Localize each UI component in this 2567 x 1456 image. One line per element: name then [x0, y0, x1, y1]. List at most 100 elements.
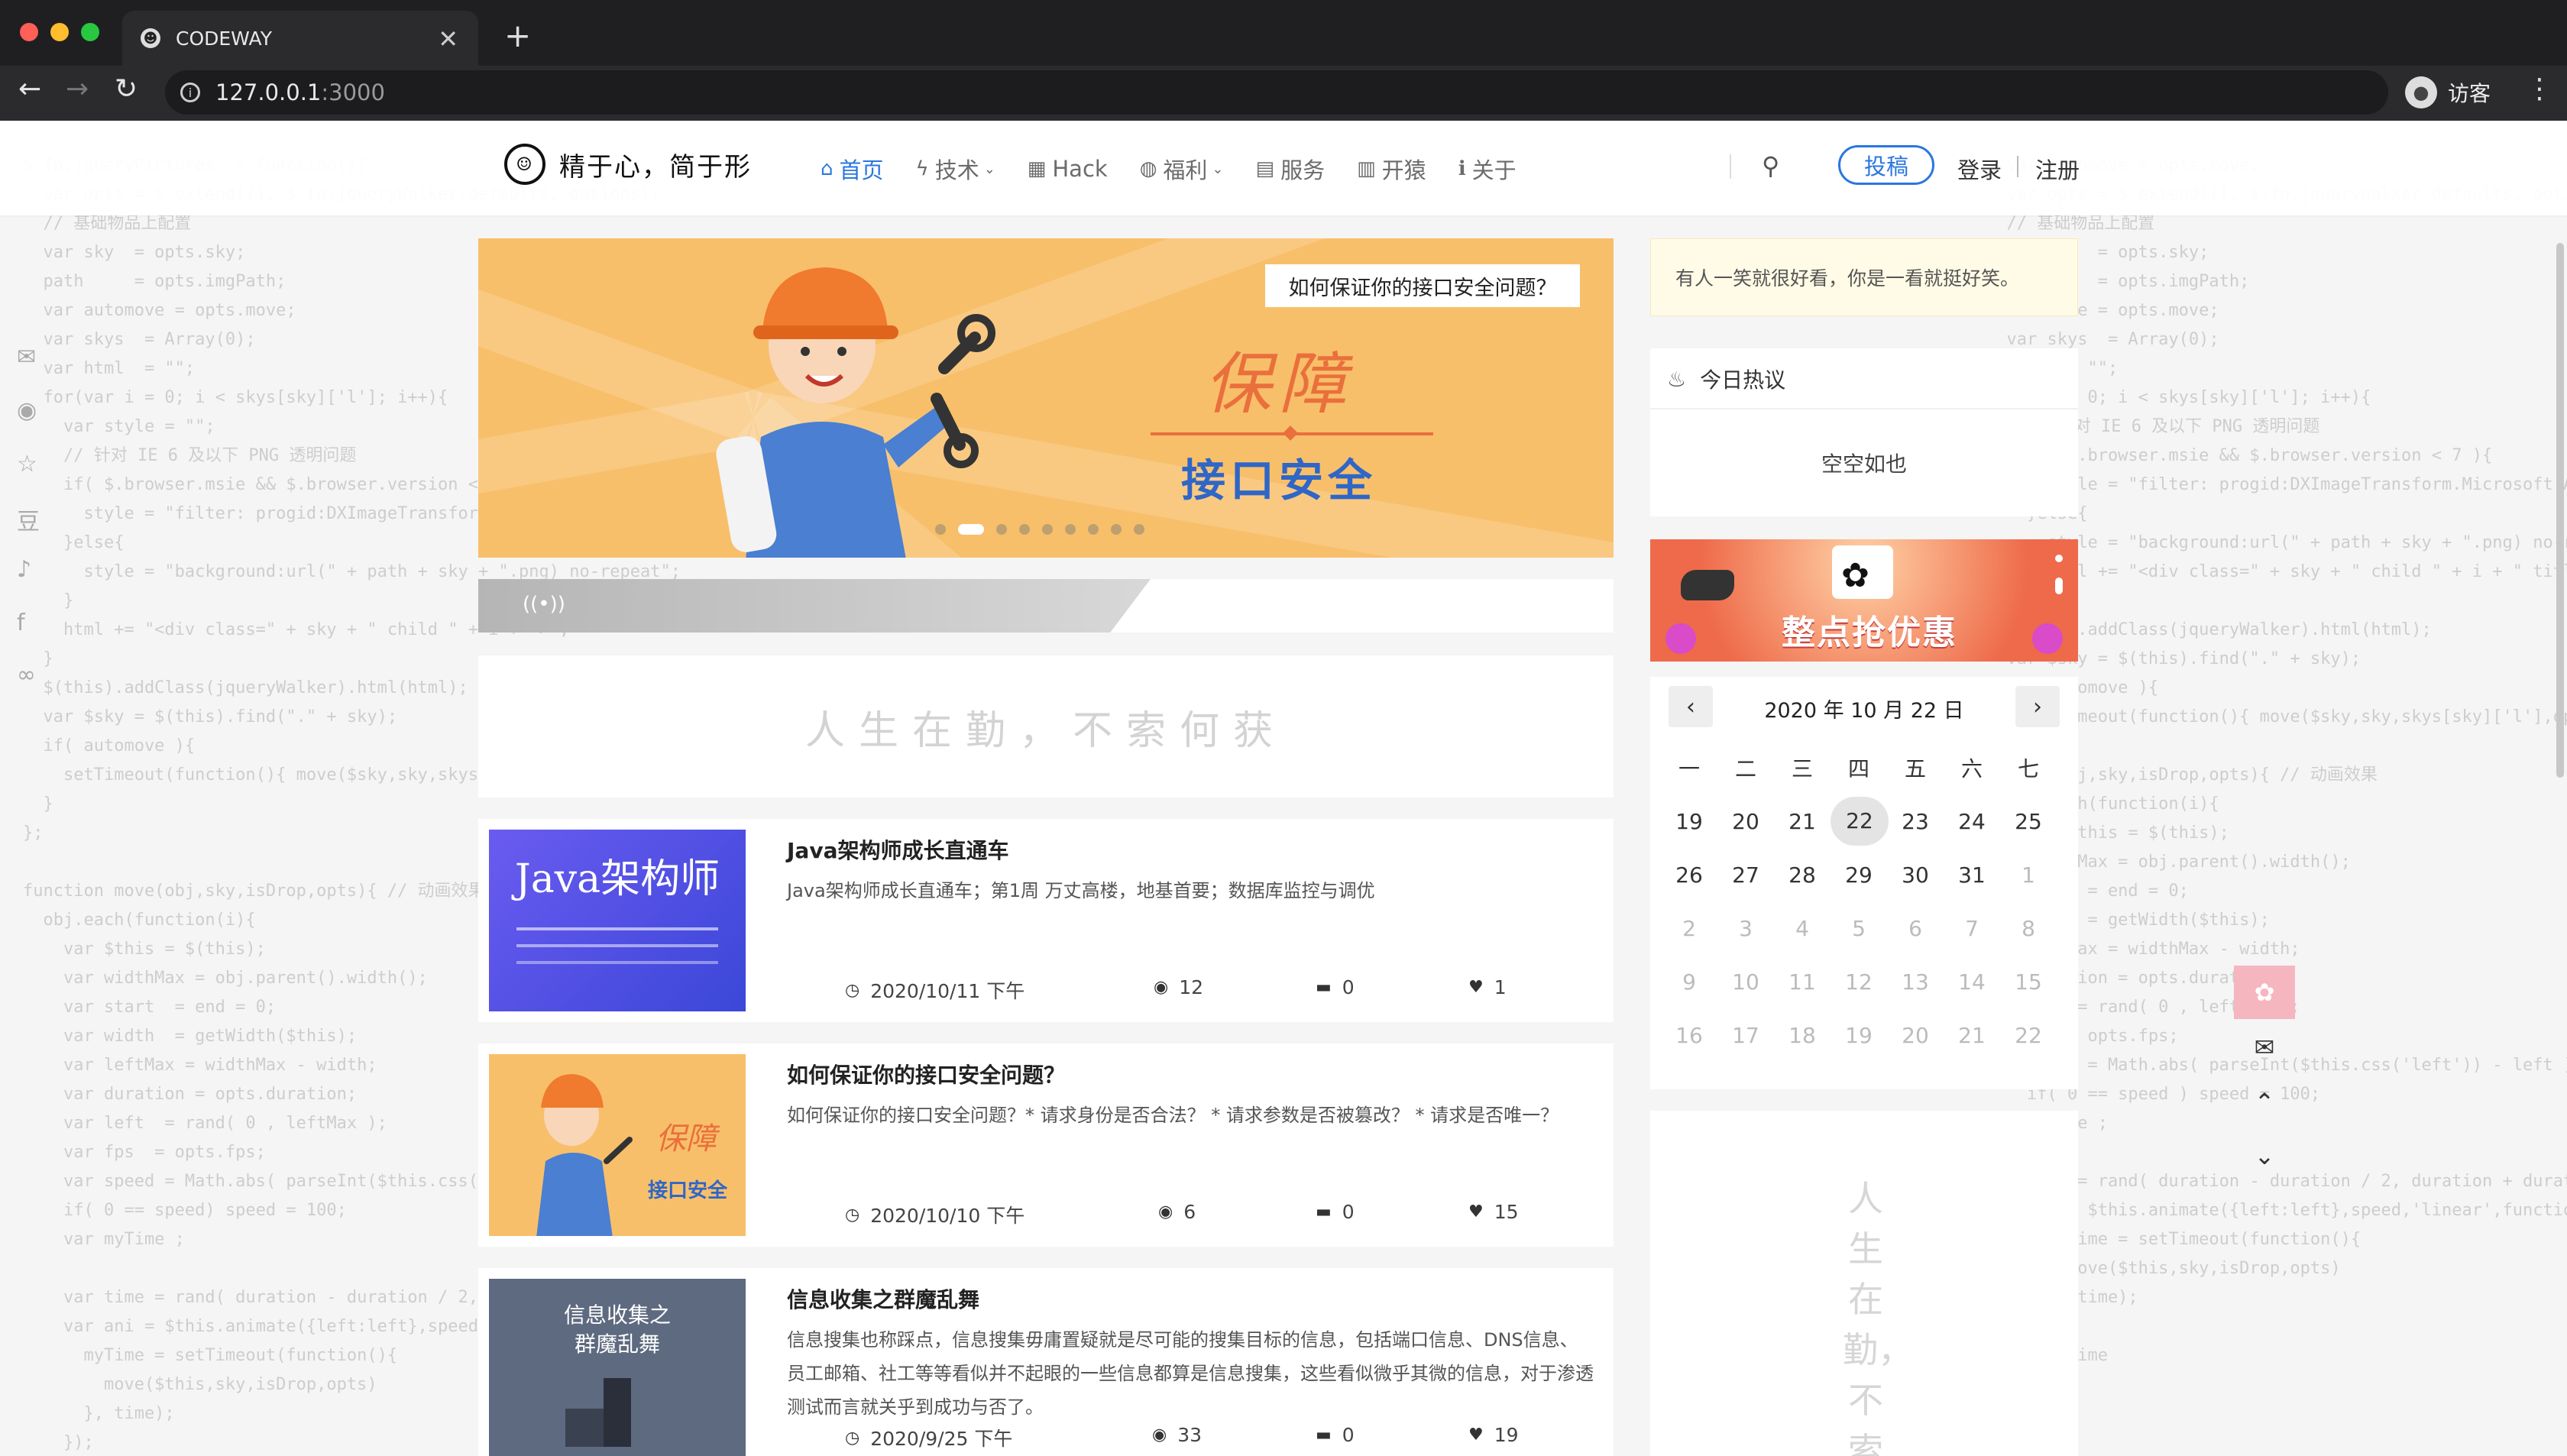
reload-icon[interactable]: ↻ [115, 73, 138, 105]
calendar-day-other-month[interactable]: 11 [1774, 969, 1831, 995]
carousel-dot[interactable] [1134, 524, 1144, 535]
address-bar[interactable]: i 127.0.0.1:3000 [165, 70, 2388, 115]
scroll-bottom-icon[interactable]: ⌄ [2234, 1129, 2295, 1183]
nav-opensource[interactable]: ▥ 开猿 [1357, 153, 1426, 185]
maximize-window-button[interactable] [81, 23, 99, 41]
douban-icon[interactable]: 豆 [17, 503, 40, 536]
calendar-day[interactable]: 31 [1944, 862, 2000, 888]
forward-icon[interactable]: → [66, 73, 89, 105]
submit-post-button[interactable]: 投稿 [1838, 145, 1934, 185]
star-icon[interactable]: ☆ [17, 451, 37, 477]
post-likes[interactable]: ♥ 1 [1468, 976, 1507, 998]
post-thumbnail[interactable]: Java架构师 [489, 830, 746, 1011]
calendar-day-other-month[interactable]: 2 [1661, 916, 1717, 941]
post-likes[interactable]: ♥ 19 [1468, 1424, 1519, 1446]
calendar-day[interactable]: 23 [1887, 809, 1944, 834]
wechat-icon[interactable]: ✉ [17, 344, 36, 370]
calendar-day[interactable]: 21 [1774, 809, 1831, 834]
calendar-day[interactable]: 20 [1717, 809, 1774, 834]
calendar-day[interactable]: 25 [2000, 809, 2057, 834]
calendar-day[interactable]: 27 [1717, 862, 1774, 888]
nav-service[interactable]: ▤ 服务 [1256, 153, 1326, 185]
post-card[interactable]: 保障 接口安全 如何保证你的接口安全问题？ 如何保证你的接口安全问题？* 请求身… [478, 1043, 1614, 1247]
page-scrollbar[interactable] [2556, 243, 2564, 778]
calendar-day-other-month[interactable]: 15 [2000, 969, 2057, 995]
scroll-top-icon[interactable]: ⌃ [2234, 1076, 2295, 1129]
post-title[interactable]: 信息收集之群魔乱舞 [787, 1283, 979, 1314]
new-tab-icon[interactable]: + [504, 17, 531, 54]
ad-dot-active[interactable] [2055, 578, 2063, 594]
post-title[interactable]: 如何保证你的接口安全问题？ [787, 1059, 1065, 1089]
calendar-day-other-month[interactable]: 12 [1831, 969, 1887, 995]
nav-about[interactable]: ℹ 关于 [1458, 153, 1517, 185]
carousel-dot-active[interactable] [958, 524, 984, 535]
calendar-day-other-month[interactable]: 8 [2000, 916, 2057, 941]
carousel-dot[interactable] [1088, 524, 1099, 535]
calendar-day-other-month[interactable]: 4 [1774, 916, 1831, 941]
nav-welfare[interactable]: ◍ 福利 ⌄ [1140, 153, 1224, 185]
post-thumbnail[interactable]: 信息收集之 群魔乱舞 [489, 1279, 746, 1456]
site-logo[interactable]: ☺ 精于心，简于形 [504, 144, 752, 185]
back-icon[interactable]: ← [18, 73, 41, 105]
twitter-icon[interactable]: ♪ [17, 556, 31, 583]
calendar-day[interactable]: 24 [1944, 809, 2000, 834]
post-likes[interactable]: ♥ 15 [1468, 1201, 1519, 1223]
carousel-dot[interactable] [1065, 524, 1076, 535]
ad-banner[interactable]: ✿ 整点抢优惠 [1650, 539, 2078, 662]
calendar-day-other-month[interactable]: 14 [1944, 969, 2000, 995]
browser-menu-icon[interactable]: ⋮ [2526, 73, 2553, 105]
weibo-icon[interactable]: ◉ [17, 397, 37, 424]
next-month-button[interactable]: › [2015, 686, 2060, 727]
link-icon[interactable]: ∞ [17, 662, 36, 688]
calendar-day-other-month[interactable]: 17 [1717, 1023, 1774, 1048]
wechat-float-button[interactable]: ✿ [2234, 966, 2295, 1019]
calendar-day-other-month[interactable]: 22 [2000, 1023, 2057, 1048]
calendar-day-other-month[interactable]: 21 [1944, 1023, 2000, 1048]
carousel-dot[interactable] [1019, 524, 1030, 535]
calendar-day-other-month[interactable]: 7 [1944, 916, 2000, 941]
carousel-dot[interactable] [935, 524, 946, 535]
calendar-day-other-month[interactable]: 1 [2000, 862, 2057, 888]
calendar-day-other-month[interactable]: 3 [1717, 916, 1774, 941]
prev-month-button[interactable]: ‹ [1669, 686, 1713, 727]
carousel-dot[interactable] [996, 524, 1007, 535]
facebook-icon[interactable]: f [17, 610, 25, 636]
calendar-day[interactable]: 30 [1887, 862, 1944, 888]
site-info-icon[interactable]: i [180, 83, 200, 102]
calendar-day[interactable]: 28 [1774, 862, 1831, 888]
calendar-day-other-month[interactable]: 19 [1831, 1023, 1887, 1048]
calendar-day-other-month[interactable]: 10 [1717, 969, 1774, 995]
nav-home[interactable]: ⌂ 首页 [821, 153, 884, 185]
calendar-day-other-month[interactable]: 16 [1661, 1023, 1717, 1048]
chevron-down-icon: ⌄ [983, 160, 995, 177]
ad-dot[interactable] [2055, 555, 2063, 562]
post-card[interactable]: 信息收集之 群魔乱舞 信息收集之群魔乱舞 信息搜集也称踩点，信息搜集毋庸置疑就是… [478, 1268, 1614, 1456]
login-link[interactable]: 登录 [1957, 153, 2002, 185]
banner-carousel[interactable]: 如何保证你的接口安全问题？ 保障 接口安全 [478, 238, 1614, 558]
mail-icon[interactable]: ✉ [2234, 1021, 2295, 1074]
register-link[interactable]: 注册 [2035, 153, 2080, 185]
carousel-dot[interactable] [1042, 524, 1053, 535]
calendar-day-other-month[interactable]: 6 [1887, 916, 1944, 941]
calendar-day-other-month[interactable]: 13 [1887, 969, 1944, 995]
calendar-day-other-month[interactable]: 20 [1887, 1023, 1944, 1048]
profile-button[interactable]: ● 访客 [2405, 70, 2491, 115]
calendar-day-other-month[interactable]: 9 [1661, 969, 1717, 995]
calendar-day-today[interactable]: 22 [1831, 797, 1889, 846]
close-tab-icon[interactable]: ✕ [438, 24, 458, 53]
close-window-button[interactable] [20, 23, 38, 41]
post-title[interactable]: Java架构师成长直通车 [787, 834, 1008, 865]
nav-tech[interactable]: ϟ 技术 ⌄ [916, 153, 995, 185]
post-thumbnail[interactable]: 保障 接口安全 [489, 1054, 746, 1236]
calendar-day[interactable]: 26 [1661, 862, 1717, 888]
minimize-window-button[interactable] [50, 23, 69, 41]
nav-hack[interactable]: ▦ Hack [1028, 153, 1108, 185]
post-card[interactable]: Java架构师 Java架构师成长直通车 Java架构师成长直通车；第1周 万丈… [478, 819, 1614, 1022]
calendar-day-other-month[interactable]: 5 [1831, 916, 1887, 941]
browser-tab[interactable]: ☻ CODEWAY ✕ [122, 11, 478, 66]
calendar-day[interactable]: 19 [1661, 809, 1717, 834]
calendar-day[interactable]: 29 [1831, 862, 1887, 888]
calendar-day-other-month[interactable]: 18 [1774, 1023, 1831, 1048]
carousel-dot[interactable] [1111, 524, 1122, 535]
search-icon[interactable]: ⚲ [1762, 151, 1779, 180]
